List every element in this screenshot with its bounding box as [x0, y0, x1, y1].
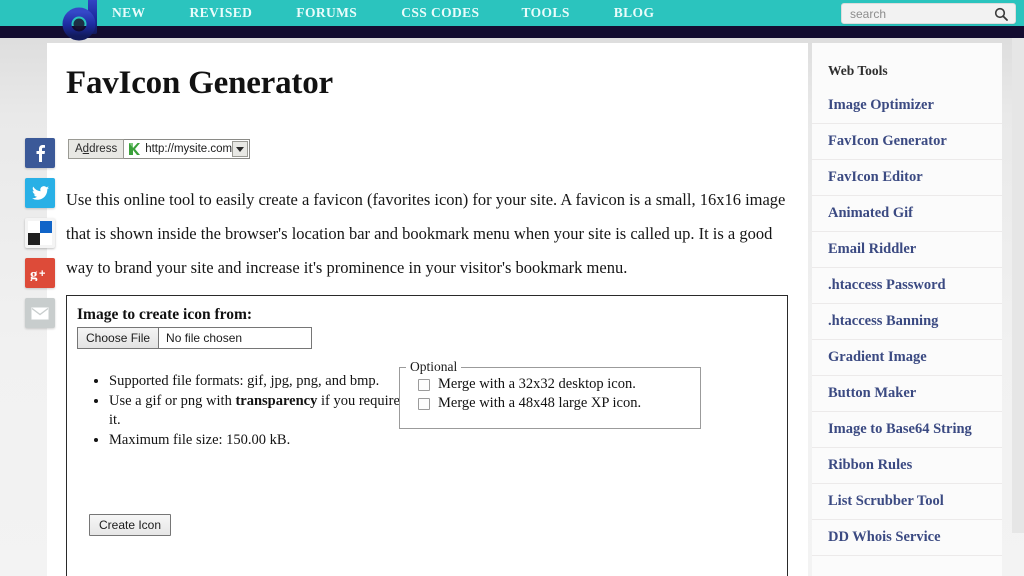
- list-item: Animated Gif: [812, 196, 1002, 232]
- web-tools-sidebar: Web Tools Image Optimizer FavIcon Genera…: [812, 43, 1002, 576]
- list-item: .htaccess Password: [812, 268, 1002, 304]
- nav-forums[interactable]: FORUMS: [296, 0, 357, 26]
- file-upload-control[interactable]: Choose File No file chosen: [77, 327, 312, 349]
- list-item: Email Riddler: [812, 232, 1002, 268]
- list-item: Image to Base64 String: [812, 412, 1002, 448]
- search-box[interactable]: [841, 3, 1016, 24]
- main-content-panel: FavIcon Generator Address http://mysite.…: [47, 43, 808, 576]
- list-item: .htaccess Banning: [812, 304, 1002, 340]
- bullet-text: Supported file formats: gif, jpg, png, a…: [109, 373, 380, 389]
- delicious-quadrant-br: [40, 233, 52, 245]
- header-accent-band: [0, 26, 1024, 38]
- sidebar-item-gradient-image[interactable]: Gradient Image: [812, 340, 1002, 375]
- optional-row-32[interactable]: Merge with a 32x32 desktop icon.: [418, 376, 700, 393]
- sidebar-item-htaccess-password[interactable]: .htaccess Password: [812, 268, 1002, 303]
- address-bar-illustration: Address http://mysite.com/: [68, 139, 251, 159]
- sidebar-item-email-riddler[interactable]: Email Riddler: [812, 232, 1002, 267]
- delicious-share-icon[interactable]: [25, 218, 55, 248]
- sidebar-item-dd-whois[interactable]: DD Whois Service: [812, 520, 1002, 555]
- requirements-list: Supported file formats: gif, jpg, png, a…: [89, 372, 409, 451]
- sidebar-item-image-optimizer[interactable]: Image Optimizer: [812, 88, 1002, 123]
- sidebar-item-htaccess-banning[interactable]: .htaccess Banning: [812, 304, 1002, 339]
- optional-fieldset: Optional Merge with a 32x32 desktop icon…: [399, 359, 701, 429]
- social-share-rail: g +: [25, 138, 55, 328]
- bullet-text: Maximum file size: 150.00 kB.: [109, 432, 291, 448]
- delicious-quadrant-bl: [28, 233, 40, 245]
- page-title: FavIcon Generator: [66, 65, 333, 101]
- list-item: Ribbon Rules: [812, 448, 1002, 484]
- chevron-down-icon[interactable]: [232, 141, 249, 157]
- sidebar-title: Web Tools: [828, 63, 888, 78]
- list-item: Supported file formats: gif, jpg, png, a…: [109, 372, 409, 391]
- search-icon[interactable]: [994, 7, 1008, 21]
- email-share-icon[interactable]: [25, 298, 55, 328]
- sidebar-item-image-to-base64[interactable]: Image to Base64 String: [812, 412, 1002, 447]
- optional-row-48[interactable]: Merge with a 48x48 large XP icon.: [418, 395, 700, 412]
- sidebar-item-favicon-editor[interactable]: FavIcon Editor: [812, 160, 1002, 195]
- bullet-text-pre: Use a gif or png with: [109, 393, 236, 409]
- delicious-quadrant-tr: [40, 221, 52, 233]
- sidebar-item-favicon-generator[interactable]: FavIcon Generator: [812, 124, 1002, 159]
- search-input[interactable]: [842, 5, 982, 22]
- list-item: Image Optimizer: [812, 88, 1002, 124]
- checkbox-label-32: Merge with a 32x32 desktop icon.: [438, 376, 636, 392]
- nav-blog[interactable]: BLOG: [614, 0, 655, 26]
- nav-tools[interactable]: TOOLS: [521, 0, 569, 26]
- checkbox-merge-48[interactable]: [418, 397, 430, 410]
- list-item: DD Whois Service: [812, 520, 1002, 556]
- svg-text:g: g: [30, 267, 38, 281]
- list-item: FavIcon Generator: [812, 124, 1002, 160]
- nav-new[interactable]: NEW: [112, 0, 145, 26]
- list-item: Maximum file size: 150.00 kB.: [109, 431, 409, 450]
- address-bar-url: http://mysite.com/: [145, 143, 236, 155]
- choose-file-button[interactable]: Choose File: [78, 328, 160, 348]
- sidebar-item-list-scrubber[interactable]: List Scrubber Tool: [812, 484, 1002, 519]
- address-bar-label: Address: [68, 139, 125, 159]
- optional-legend: Optional: [410, 359, 458, 374]
- address-label-text: Address: [75, 143, 118, 155]
- form-heading: Image to create icon from:: [77, 306, 253, 323]
- list-item: FavIcon Editor: [812, 160, 1002, 196]
- sidebar-item-button-maker[interactable]: Button Maker: [812, 376, 1002, 411]
- checkbox-label-48: Merge with a 48x48 large XP icon.: [438, 395, 642, 411]
- nav-revised[interactable]: REVISED: [189, 0, 252, 26]
- bullet-text-bold: transparency: [235, 393, 318, 409]
- sidebar-item-animated-gif[interactable]: Animated Gif: [812, 196, 1002, 231]
- main-navigation: NEW REVISED FORUMS CSS CODES TOOLS BLOG: [112, 0, 698, 26]
- svg-text:+: +: [39, 268, 45, 280]
- facebook-share-icon[interactable]: [25, 138, 55, 168]
- address-bar-field[interactable]: http://mysite.com/: [124, 139, 251, 159]
- list-item: Gradient Image: [812, 340, 1002, 376]
- page-scrollbar[interactable]: [1012, 0, 1024, 533]
- sidebar-item-ribbon-rules[interactable]: Ribbon Rules: [812, 448, 1002, 483]
- sidebar-tool-list: Image Optimizer FavIcon Generator FavIco…: [812, 88, 1002, 556]
- delicious-quadrant-tl: [28, 221, 40, 233]
- nav-css-codes[interactable]: CSS CODES: [401, 0, 479, 26]
- site-logo[interactable]: [62, 0, 108, 46]
- list-item: List Scrubber Tool: [812, 484, 1002, 520]
- green-app-icon: [127, 142, 142, 156]
- checkbox-merge-32[interactable]: [418, 378, 430, 391]
- file-status-text: No file chosen: [166, 331, 243, 345]
- twitter-share-icon[interactable]: [25, 178, 55, 208]
- create-icon-button[interactable]: Create Icon: [89, 514, 172, 536]
- list-item: Use a gif or png with transparency if yo…: [109, 392, 409, 430]
- list-item: Button Maker: [812, 376, 1002, 412]
- icon-creation-form: Image to create icon from: Choose File N…: [66, 295, 788, 576]
- googleplus-share-icon[interactable]: g +: [25, 258, 55, 288]
- intro-paragraph: Use this online tool to easily create a …: [66, 190, 786, 277]
